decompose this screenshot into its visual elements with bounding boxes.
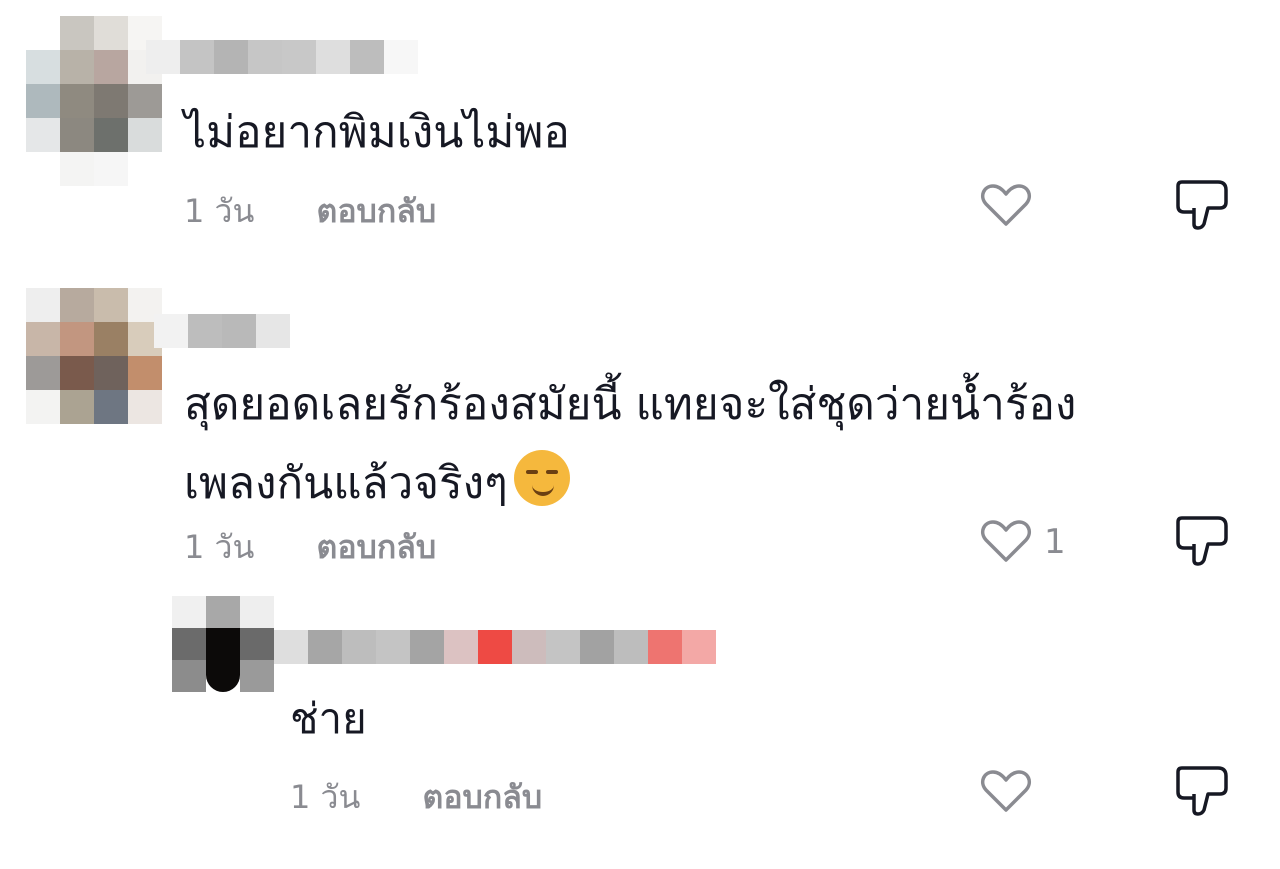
reply-button[interactable]: ตอบกลับ <box>317 192 437 230</box>
thumbs-down-outline-icon <box>1176 180 1228 230</box>
comment-text: ไม่อยากพิมเงินไม่พอ <box>184 107 570 158</box>
comment-time: 1 วัน <box>184 192 255 230</box>
reply-button[interactable]: ตอบกลับ <box>423 778 543 816</box>
heart-outline-icon <box>981 184 1031 226</box>
like-button[interactable] <box>980 770 1032 814</box>
comment-meta: 1 วัน ตอบกลับ <box>184 522 436 573</box>
comment-time: 1 วัน <box>184 528 255 566</box>
heart-outline-icon <box>981 770 1031 812</box>
dislike-button[interactable] <box>1174 514 1230 572</box>
username-blurred[interactable] <box>146 40 418 74</box>
reply-time: 1 วัน <box>290 778 361 816</box>
thumbs-down-outline-icon <box>1176 766 1228 816</box>
like-button[interactable]: 1 <box>980 520 1066 564</box>
thumbs-down-outline-icon <box>1176 516 1228 566</box>
reply-meta: 1 วัน ตอบกลับ <box>290 772 542 823</box>
comment-text: สุดยอดเลยรักร้องสมัยนี้ แทยจะใส่ชุดว่ายน… <box>184 379 1077 430</box>
like-count: 1 <box>1044 522 1066 562</box>
comment-meta: 1 วัน ตอบกลับ <box>184 186 436 237</box>
heart-outline-icon <box>981 520 1031 562</box>
username-blurred[interactable] <box>154 314 290 348</box>
avatar[interactable] <box>172 596 274 692</box>
smirking-face-emoji <box>513 450 570 506</box>
comment-text-line2: เพลงกันแล้วจริงๆ <box>184 450 570 513</box>
reply-button[interactable]: ตอบกลับ <box>317 528 437 566</box>
username-blurred[interactable] <box>274 630 716 664</box>
reply-text: ช่าย <box>290 694 367 743</box>
dislike-button[interactable] <box>1174 178 1230 236</box>
comment-text-continued: เพลงกันแล้วจริงๆ <box>184 458 508 509</box>
dislike-button[interactable] <box>1174 764 1230 822</box>
like-button[interactable] <box>980 184 1032 228</box>
